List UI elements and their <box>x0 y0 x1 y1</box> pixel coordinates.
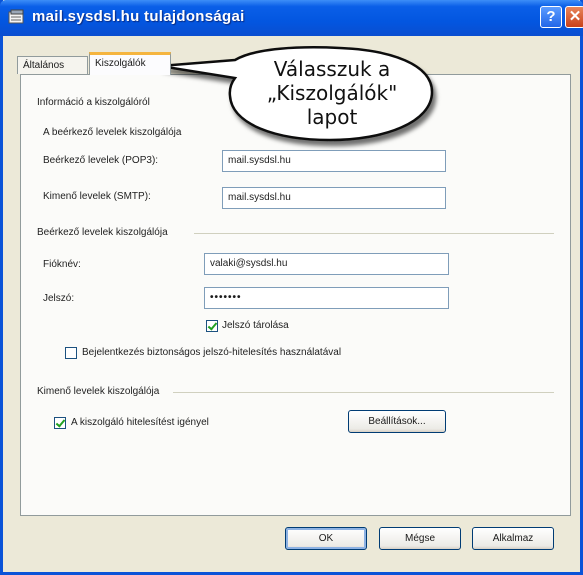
password-label: Jelszó: <box>43 293 75 304</box>
server-requires-auth-label: A kiszolgáló hitelesítést igényel <box>71 417 209 428</box>
callout-line-1: Válasszuk a <box>273 57 391 81</box>
ok-button[interactable]: OK <box>285 527 367 550</box>
section-divider <box>173 392 554 393</box>
secure-password-auth-label: Bejelentkezés biztonságos jelszó-hiteles… <box>82 347 342 358</box>
apply-button[interactable]: Alkalmaz <box>472 527 554 550</box>
tab-servers[interactable]: Kiszolgálók <box>89 52 171 75</box>
callout-line-2: „Kiszolgálók" <box>266 81 398 105</box>
callout-bubble: Válasszuk a „Kiszolgálók" lapot <box>159 40 445 150</box>
incoming-pop3-field[interactable]: mail.sysdsl.hu <box>222 150 446 172</box>
outgoing-smtp-label: Kimenő levelek (SMTP): <box>43 191 151 202</box>
cancel-button[interactable]: Mégse <box>379 527 461 550</box>
help-button[interactable]: ? <box>540 6 562 28</box>
title-bar[interactable]: mail.sysdsl.hu tulajdonságai ? ✕ <box>0 0 583 36</box>
close-button[interactable]: ✕ <box>565 6 583 28</box>
callout-line-3: lapot <box>306 105 358 129</box>
account-name-label: Fióknév: <box>43 259 81 270</box>
outgoing-smtp-field[interactable]: mail.sysdsl.hu <box>222 187 446 209</box>
secure-password-auth-checkbox[interactable] <box>65 347 77 359</box>
remember-password-checkbox[interactable] <box>206 320 218 332</box>
mail-server-icon <box>8 9 24 24</box>
tab-general[interactable]: Általános <box>17 56 88 74</box>
window-title: mail.sysdsl.hu tulajdonságai <box>32 8 245 25</box>
password-field[interactable]: ••••••• <box>204 287 449 309</box>
section-divider <box>194 233 554 234</box>
remember-password-label: Jelszó tárolása <box>222 320 289 331</box>
settings-button[interactable]: Beállítások... <box>348 410 446 433</box>
account-name-field[interactable]: valaki@sysdsl.hu <box>204 253 449 275</box>
incoming-pop3-label: Beérkező levelek (POP3): <box>43 155 159 166</box>
incoming-server-heading: Beérkező levelek kiszolgálója <box>37 227 168 238</box>
server-requires-auth-checkbox[interactable] <box>54 417 66 429</box>
outgoing-server-heading: Kimenő levelek kiszolgálója <box>37 386 160 397</box>
server-info-heading: Információ a kiszolgálóról <box>37 97 150 108</box>
